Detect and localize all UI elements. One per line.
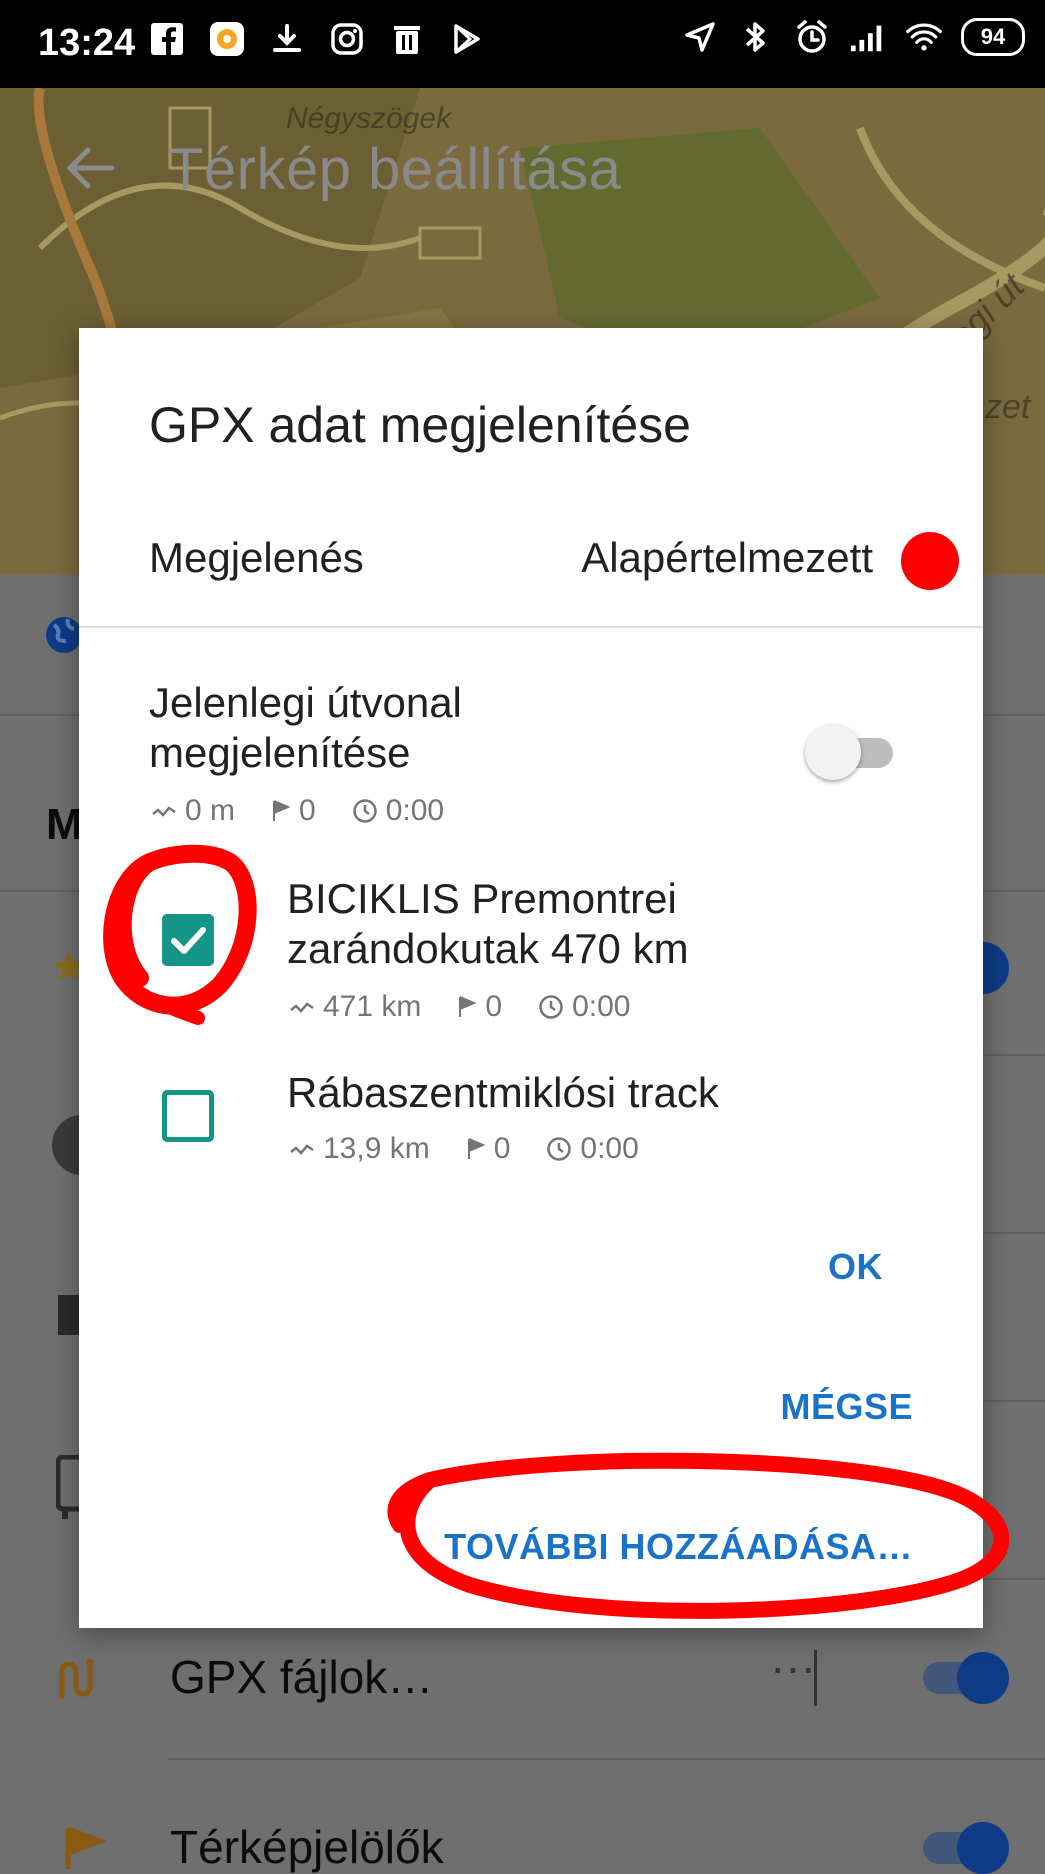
waypoints-stat: 0 bbox=[271, 794, 316, 828]
appearance-label: Megjelenés bbox=[149, 534, 364, 581]
ok-button[interactable]: OK bbox=[828, 1246, 883, 1288]
duration-value: 0:00 bbox=[572, 990, 631, 1023]
track-checkbox-unchecked[interactable] bbox=[162, 1090, 214, 1142]
distance-stat: 0 m bbox=[151, 794, 235, 828]
trash-icon bbox=[388, 20, 426, 58]
globe-icon bbox=[46, 617, 82, 653]
item-title-line: megjelenítése bbox=[149, 728, 411, 776]
color-swatch[interactable] bbox=[901, 532, 959, 590]
bluetooth-icon bbox=[737, 18, 775, 56]
notification-icons bbox=[148, 20, 486, 58]
facebook-icon bbox=[148, 20, 186, 58]
divider bbox=[814, 1650, 817, 1706]
duration-stat: 0:00 bbox=[546, 1132, 639, 1166]
flag-icon bbox=[459, 996, 477, 1017]
distance-icon bbox=[290, 1002, 314, 1013]
map-icon bbox=[58, 1295, 80, 1335]
waypoints-stat: 0 bbox=[466, 1132, 511, 1166]
clock-icon bbox=[539, 995, 563, 1019]
more-icon[interactable]: ··· bbox=[770, 1640, 816, 1694]
appearance-value: Alapértelmezett bbox=[581, 534, 873, 581]
item-title-line: Rábaszentmiklósi track bbox=[287, 1069, 719, 1116]
map-label: Négyszögek bbox=[286, 102, 452, 135]
track-checkbox-checked[interactable] bbox=[162, 914, 214, 966]
distance-stat: 471 km bbox=[289, 990, 421, 1024]
waypoints-value: 0 bbox=[493, 1132, 511, 1165]
gpx-files-toggle[interactable] bbox=[913, 1652, 1009, 1704]
route-icon bbox=[59, 1659, 94, 1700]
clock-icon bbox=[352, 799, 377, 823]
gpx-dialog: GPX adat megjelenítése Megjelenés Alapér… bbox=[79, 328, 983, 1628]
distance-icon bbox=[152, 806, 176, 817]
status-time: 13:24 bbox=[38, 22, 136, 64]
distance-stat: 13,9 km bbox=[289, 1132, 430, 1166]
system-icons: 94 bbox=[681, 18, 1025, 56]
item-title-line: zarándokutak 470 km bbox=[287, 924, 689, 972]
check-icon bbox=[171, 927, 206, 954]
section-header: M bbox=[46, 800, 83, 849]
wifi-icon bbox=[905, 18, 943, 56]
add-more-button[interactable]: TOVÁBBI HOZZÁADÁSA… bbox=[444, 1526, 913, 1568]
alarm-icon bbox=[793, 18, 831, 56]
status-bar: 13:24 94 bbox=[0, 0, 1045, 88]
map-markers-toggle[interactable] bbox=[913, 1822, 1009, 1874]
item-stats: 0 m 0 0:00 bbox=[151, 794, 444, 828]
play-store-icon bbox=[448, 20, 486, 58]
flag-icon bbox=[65, 1826, 106, 1869]
location-icon bbox=[681, 18, 719, 56]
item-stats: 471 km 0 0:00 bbox=[289, 990, 630, 1024]
flag-icon bbox=[467, 1138, 486, 1159]
distance-value: 13,9 km bbox=[323, 1132, 430, 1165]
item-title: Jelenlegi útvonal megjelenítése bbox=[149, 678, 462, 777]
item-title-line: BICIKLIS Premontrei bbox=[287, 875, 677, 922]
download-icon bbox=[268, 20, 306, 58]
distance-value: 0 m bbox=[185, 794, 236, 827]
waypoints-stat: 0 bbox=[457, 990, 502, 1024]
duration-stat: 0:00 bbox=[352, 794, 444, 828]
waypoints-value: 0 bbox=[485, 990, 503, 1023]
gpx-files-label[interactable]: GPX fájlok… bbox=[170, 1650, 433, 1704]
distance-value: 471 km bbox=[323, 990, 422, 1023]
signal-icon bbox=[849, 18, 887, 56]
cancel-button[interactable]: MÉGSE bbox=[780, 1386, 913, 1428]
duration-value: 0:00 bbox=[385, 794, 445, 827]
dialog-title: GPX adat megjelenítése bbox=[149, 397, 691, 453]
duration-value: 0:00 bbox=[580, 1132, 639, 1165]
duration-stat: 0:00 bbox=[538, 990, 630, 1024]
item-title-line: Jelenlegi útvonal bbox=[149, 679, 462, 726]
map-label: zet bbox=[985, 388, 1031, 426]
current-track-toggle[interactable] bbox=[805, 724, 905, 780]
dialog-divider bbox=[79, 626, 983, 628]
item-title: Rábaszentmiklósi track bbox=[287, 1068, 719, 1118]
back-arrow-icon[interactable] bbox=[60, 138, 120, 198]
instagram-icon bbox=[328, 20, 366, 58]
app-icon bbox=[208, 20, 246, 58]
battery-indicator: 94 bbox=[961, 18, 1025, 56]
page-title: Térkép beállítása bbox=[168, 137, 622, 202]
distance-icon bbox=[290, 1144, 314, 1155]
flag-icon bbox=[273, 800, 291, 821]
item-stats: 13,9 km 0 0:00 bbox=[289, 1132, 639, 1166]
item-title: BICIKLIS Premontrei zarándokutak 470 km bbox=[287, 874, 689, 973]
waypoints-value: 0 bbox=[299, 794, 316, 827]
clock-icon bbox=[547, 1137, 572, 1161]
